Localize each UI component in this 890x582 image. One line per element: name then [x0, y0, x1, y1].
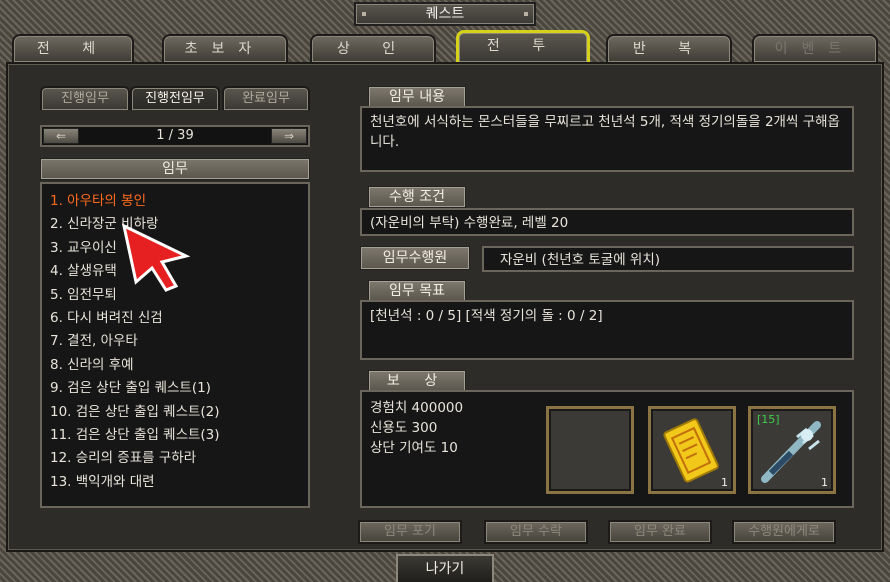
npc-label: 임무수행원	[360, 246, 470, 270]
complete-quest-button[interactable]: 임무 완료	[608, 520, 712, 544]
subtab-in-progress[interactable]: 진행임무	[40, 86, 130, 110]
page-indicator: 1 / 39	[156, 128, 194, 143]
quest-list-item[interactable]: 11. 검은 상단 출입 퀘스트(3)	[50, 424, 308, 447]
reward-qty: 1	[821, 476, 828, 489]
goal-label: 임무 목표	[368, 280, 466, 302]
goal-text: [천년석 : 0 / 5] [적색 정기의 돌 : 0 / 2]	[360, 300, 854, 360]
content-text: 천년호에 서식하는 몬스터들을 무찌르고 천년석 5개, 적색 정기의돌을 2개…	[360, 106, 854, 172]
tab-repeat[interactable]: 반 복	[606, 34, 732, 62]
quest-list-item[interactable]: 12. 승리의 증표를 구하라	[50, 447, 308, 470]
quest-list-header: 임무	[40, 158, 310, 180]
window-title-text: 퀘스트	[425, 6, 465, 22]
exit-button[interactable]: 나가기	[396, 554, 494, 582]
tab-merchant[interactable]: 상 인	[310, 34, 436, 62]
window-title: 퀘스트	[354, 2, 536, 26]
quest-list-item[interactable]: 10. 검은 상단 출입 퀘스트(2)	[50, 401, 308, 424]
next-page-button[interactable]: ⇒	[271, 128, 307, 144]
condition-label: 수행 조건	[368, 186, 466, 208]
content-label: 임무 내용	[368, 86, 466, 108]
quest-list-item[interactable]: 7. 결전, 아우타	[50, 330, 308, 353]
condition-text: (자운비의 부탁) 수행완료, 레벨 20	[360, 208, 854, 236]
quest-list-item[interactable]: 8. 신라의 후예	[50, 354, 308, 377]
go-to-npc-button[interactable]: 수행원에게로	[732, 520, 836, 544]
tab-event[interactable]: 이벤트	[752, 34, 878, 62]
reward-slot-scroll[interactable]: 1	[648, 406, 736, 494]
title-rivet-left	[362, 12, 366, 16]
quest-list-item[interactable]: 6. 다시 벼려진 신검	[50, 307, 308, 330]
reward-qty: 1	[721, 476, 728, 489]
subtab-completed[interactable]: 완료임무	[222, 86, 310, 110]
tab-combat[interactable]: 전 투	[456, 30, 590, 62]
quest-list-item[interactable]: 13. 백익개와 대련	[50, 471, 308, 494]
quest-list-item[interactable]: 1. 아우타의 봉인	[50, 190, 308, 213]
subtab-available[interactable]: 진행전임무	[130, 86, 220, 110]
reward-label: 보 상	[368, 370, 466, 392]
reward-slot-crossbow[interactable]: [15] 1	[748, 406, 836, 494]
pager: ⇐ 1 / 39 ⇒	[40, 125, 310, 147]
npc-text: 자운비 (천년호 토굴에 위치)	[482, 246, 854, 272]
reward-slot-empty[interactable]	[546, 406, 634, 494]
quest-list-item[interactable]: 9. 검은 상단 출입 퀘스트(1)	[50, 377, 308, 400]
abandon-quest-button[interactable]: 임무 포기	[358, 520, 462, 544]
mouse-cursor-icon	[121, 223, 191, 292]
item-level-badge: [15]	[757, 413, 780, 426]
title-rivet-right	[524, 12, 528, 16]
tab-all[interactable]: 전 체	[12, 34, 134, 62]
tab-beginner[interactable]: 초보자	[162, 34, 288, 62]
accept-quest-button[interactable]: 임무 수락	[484, 520, 588, 544]
prev-page-button[interactable]: ⇐	[43, 128, 79, 144]
